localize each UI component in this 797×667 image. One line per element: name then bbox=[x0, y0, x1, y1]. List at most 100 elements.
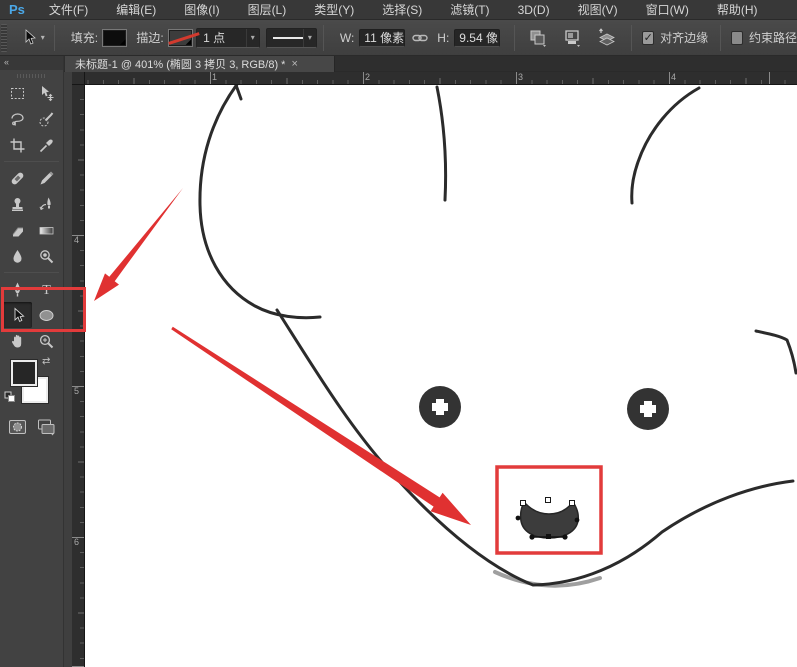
mini-swatch-icon bbox=[4, 391, 16, 403]
tool-dodge[interactable] bbox=[32, 243, 61, 269]
menu-edit[interactable]: 编辑(E) bbox=[102, 0, 170, 20]
menu-3d[interactable]: 3D(D) bbox=[504, 0, 564, 20]
ruler-number: 2 bbox=[365, 72, 370, 82]
document-title: 未标题-1 @ 401% (椭圆 3 拷贝 3, RGB/8) * bbox=[75, 56, 285, 72]
align-edges-label[interactable]: 对齐边缘 bbox=[660, 29, 708, 46]
tool-ellipse-shape[interactable] bbox=[32, 302, 61, 328]
align-edges-checkbox[interactable]: ✓ bbox=[642, 31, 654, 45]
menu-help[interactable]: 帮助(H) bbox=[703, 0, 772, 20]
ruler-origin-box[interactable] bbox=[72, 72, 85, 85]
tools-panel-grip[interactable] bbox=[17, 74, 47, 78]
tool-lasso[interactable] bbox=[3, 106, 32, 132]
vertical-ruler[interactable]: 4 5 6 bbox=[72, 85, 85, 667]
divider bbox=[4, 161, 59, 162]
options-grip[interactable] bbox=[1, 24, 7, 52]
document-tab[interactable]: 未标题-1 @ 401% (椭圆 3 拷贝 3, RGB/8) * × bbox=[65, 56, 335, 72]
tool-rect-marquee[interactable] bbox=[3, 80, 32, 106]
path-arrange-button[interactable] bbox=[596, 28, 618, 48]
document-area: 未标题-1 @ 401% (椭圆 3 拷贝 3, RGB/8) * × 1 2 … bbox=[64, 56, 797, 667]
swatch-caret-icon: ◢ bbox=[120, 40, 125, 46]
tool-quick-select[interactable] bbox=[32, 106, 61, 132]
shape-width-field[interactable]: 11 像素 bbox=[359, 29, 405, 47]
close-tab-icon[interactable]: × bbox=[291, 58, 297, 70]
menu-image[interactable]: 图像(I) bbox=[170, 0, 233, 20]
stroke-color-swatch[interactable]: ◢ bbox=[169, 30, 192, 46]
tool-clone-stamp[interactable] bbox=[3, 191, 32, 217]
left-ear-outline bbox=[200, 85, 320, 318]
crop-icon bbox=[9, 137, 26, 154]
default-colors-icon[interactable] bbox=[4, 390, 16, 408]
link-wh-icon[interactable] bbox=[412, 33, 428, 43]
separator bbox=[323, 25, 324, 51]
canvas[interactable] bbox=[85, 85, 797, 667]
fill-color-swatch[interactable]: ◢ bbox=[103, 30, 126, 46]
quick-select-icon bbox=[38, 111, 55, 128]
tool-eraser[interactable] bbox=[3, 217, 32, 243]
tool-move[interactable] bbox=[32, 80, 61, 106]
quick-mask-button[interactable] bbox=[8, 418, 27, 441]
tool-options-bar: ▾ 填充: ◢ 描边: ◢ 1 点 ▾ ▾ W: 11 像素 H: 9.54 像 bbox=[0, 20, 797, 56]
constrain-path-label[interactable]: 约束路径 bbox=[749, 29, 797, 46]
fill-label: 填充: bbox=[71, 29, 98, 46]
history-brush-icon bbox=[38, 196, 55, 213]
stroke-width-dropdown[interactable]: 1 点 ▾ bbox=[196, 28, 260, 48]
lasso-icon bbox=[9, 111, 26, 128]
mouse-drawing bbox=[85, 85, 797, 667]
menu-filter[interactable]: 滤镜(T) bbox=[436, 0, 503, 20]
tool-zoom[interactable] bbox=[32, 328, 61, 354]
chain-link-icon bbox=[412, 33, 428, 43]
menu-layer[interactable]: 图层(L) bbox=[234, 0, 301, 20]
tool-gradient[interactable] bbox=[32, 217, 61, 243]
blur-drop-icon bbox=[9, 248, 26, 265]
swap-colors-icon[interactable]: ⇄ bbox=[42, 356, 50, 367]
stroke-style-dropdown[interactable]: ▾ bbox=[266, 28, 317, 48]
photoshop-window: Ps 文件(F) 编辑(E) 图像(I) 图层(L) 类型(Y) 选择(S) 滤… bbox=[0, 0, 797, 667]
shape-height-field[interactable]: 9.54 像 bbox=[454, 29, 500, 47]
menu-bar: Ps 文件(F) 编辑(E) 图像(I) 图层(L) 类型(Y) 选择(S) 滤… bbox=[0, 0, 797, 20]
tool-healing-brush[interactable] bbox=[3, 165, 32, 191]
stroke-style-sample bbox=[273, 37, 303, 39]
path-alignment-icon bbox=[562, 28, 582, 48]
separator bbox=[54, 25, 55, 51]
tool-hand[interactable] bbox=[3, 328, 32, 354]
separator bbox=[720, 25, 721, 51]
tool-preset-picker[interactable]: ▾ bbox=[15, 27, 48, 49]
horizontal-ruler[interactable]: 1 2 3 4 bbox=[85, 72, 797, 85]
tool-pencil[interactable] bbox=[32, 165, 61, 191]
screen-mode-button[interactable] bbox=[37, 418, 56, 441]
document-tab-bar: 未标题-1 @ 401% (椭圆 3 拷贝 3, RGB/8) * × bbox=[64, 56, 797, 72]
chevron-down-icon: ▾ bbox=[246, 29, 259, 47]
menu-select[interactable]: 选择(S) bbox=[368, 0, 436, 20]
constrain-path-checkbox[interactable] bbox=[731, 31, 743, 45]
eraser-icon bbox=[9, 222, 26, 239]
right-ear-left-arc bbox=[632, 88, 699, 203]
move-icon bbox=[38, 85, 55, 102]
color-swatches: ⇄ bbox=[0, 358, 63, 410]
tool-path-select[interactable] bbox=[3, 302, 32, 328]
right-ear-bottom-arc bbox=[756, 331, 796, 373]
menu-type[interactable]: 类型(Y) bbox=[300, 0, 368, 20]
chevron-down-icon: ▾ bbox=[41, 33, 45, 42]
tools-panel-collapse[interactable]: « bbox=[0, 56, 63, 70]
head-top-tick bbox=[236, 85, 241, 99]
path-operations-button[interactable] bbox=[528, 28, 548, 48]
annotations bbox=[94, 188, 601, 553]
foreground-color-swatch[interactable] bbox=[11, 360, 37, 386]
tools-panel: « bbox=[0, 56, 64, 667]
tool-pen[interactable] bbox=[3, 276, 32, 302]
menu-file[interactable]: 文件(F) bbox=[35, 0, 102, 20]
menu-view[interactable]: 视图(V) bbox=[564, 0, 632, 20]
tool-history-brush[interactable] bbox=[32, 191, 61, 217]
tool-type[interactable]: T bbox=[32, 276, 61, 302]
tool-crop[interactable] bbox=[3, 132, 32, 158]
path-alignment-button[interactable] bbox=[562, 28, 582, 48]
eyes bbox=[419, 386, 669, 430]
width-label: W: bbox=[340, 31, 354, 45]
ruler-number: 4 bbox=[671, 72, 676, 82]
tool-blur[interactable] bbox=[3, 243, 32, 269]
separator bbox=[514, 25, 515, 51]
eyedropper-icon bbox=[38, 137, 55, 154]
menu-window[interactable]: 窗口(W) bbox=[632, 0, 703, 20]
divider bbox=[4, 272, 59, 273]
tool-eyedropper[interactable] bbox=[32, 132, 61, 158]
